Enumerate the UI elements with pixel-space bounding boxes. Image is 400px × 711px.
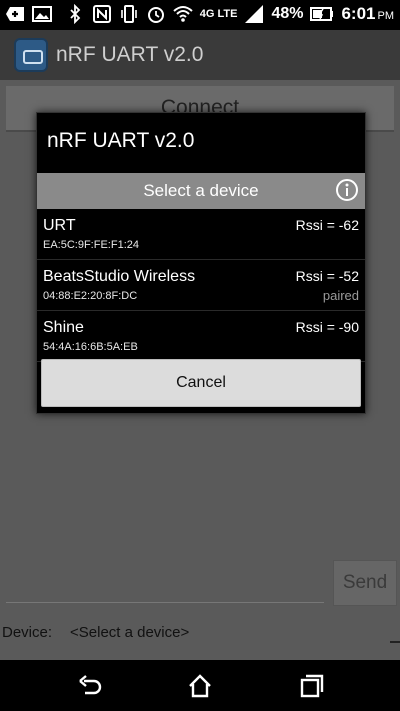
nfc-icon xyxy=(92,5,111,23)
back-icon[interactable] xyxy=(76,672,104,700)
select-device-label: Select a device xyxy=(143,181,259,200)
cancel-button[interactable]: Cancel xyxy=(41,359,361,407)
info-icon[interactable] xyxy=(335,178,359,202)
clock: 6:01 PM xyxy=(341,4,394,23)
device-value: <Select a device> xyxy=(70,624,190,641)
device-row: Device: <Select a device> xyxy=(0,620,400,644)
dialog-title: nRF UART v2.0 xyxy=(47,129,195,152)
app-logo-icon xyxy=(14,38,48,72)
app-bar: nRF UART v2.0 xyxy=(0,30,400,80)
dialog-header: Select a device xyxy=(37,173,365,209)
send-button[interactable]: Send xyxy=(333,560,397,606)
device-list: URT EA:5C:9F:FE:F1:24 Rssi = -62 BeatsSt… xyxy=(37,209,365,362)
select-device-dialog: nRF UART v2.0 Select a device URT EA:5C:… xyxy=(36,112,366,414)
app-title: nRF UART v2.0 xyxy=(56,43,204,66)
device-address: 54:4A:16:6B:5A:EB xyxy=(43,341,138,353)
alarm-icon xyxy=(147,7,164,23)
recents-icon[interactable] xyxy=(298,672,326,700)
device-rssi: Rssi = -52 xyxy=(295,268,359,284)
battery-icon xyxy=(310,7,334,21)
status-bar: 4G LTE 48% 6:01 PM xyxy=(0,0,400,30)
network-4g-icon: 4G LTE xyxy=(199,7,238,20)
device-rssi: Rssi = -90 xyxy=(295,319,359,335)
device-item-shine[interactable]: Shine 54:4A:16:6B:5A:EB Rssi = -90 xyxy=(37,311,365,362)
device-name: URT xyxy=(43,217,76,234)
gallery-icon xyxy=(32,6,52,22)
device-item-urt[interactable]: URT EA:5C:9F:FE:F1:24 Rssi = -62 xyxy=(37,209,365,260)
device-address: EA:5C:9F:FE:F1:24 xyxy=(43,239,139,251)
navigation-bar xyxy=(0,660,400,711)
device-address: 04:88:E2:20:8F:DC xyxy=(43,290,138,302)
vibrate-icon xyxy=(120,5,137,23)
wifi-icon xyxy=(173,6,193,22)
device-label: Device: xyxy=(2,624,53,641)
device-rssi: Rssi = -62 xyxy=(295,217,359,233)
device-name: Shine xyxy=(43,319,84,336)
bluetooth-icon xyxy=(70,4,81,24)
signal-icon xyxy=(245,5,264,23)
message-input[interactable] xyxy=(6,602,324,603)
battery-percent: 48% xyxy=(271,5,304,22)
device-status: paired xyxy=(322,288,359,303)
device-item-beatsstudio[interactable]: BeatsStudio Wireless 04:88:E2:20:8F:DC R… xyxy=(37,260,365,311)
add-icon xyxy=(6,7,24,21)
home-icon[interactable] xyxy=(186,672,214,700)
device-name: BeatsStudio Wireless xyxy=(43,268,196,285)
divider xyxy=(390,641,400,643)
